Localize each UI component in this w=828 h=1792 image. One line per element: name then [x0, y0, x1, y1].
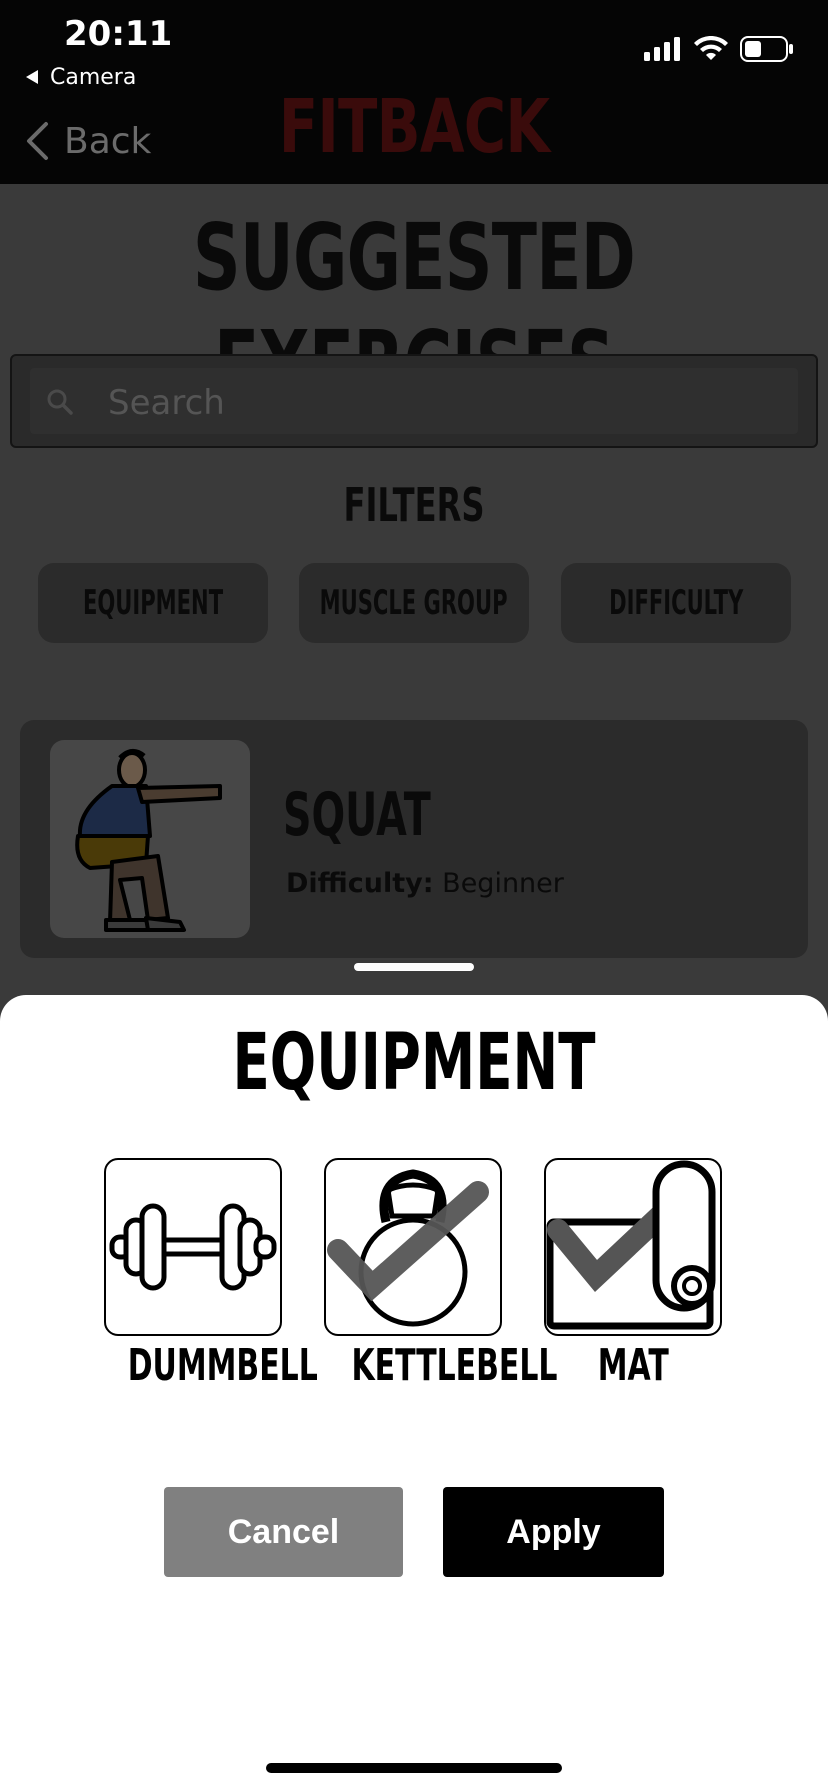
back-triangle-icon [26, 70, 38, 84]
sheet-grabber[interactable] [354, 963, 474, 971]
search-input[interactable] [106, 374, 790, 432]
filter-chip-difficulty[interactable]: DIFFICULTY [561, 563, 791, 643]
battery-icon [740, 36, 793, 62]
exercise-thumbnail [50, 740, 250, 938]
filter-chip-muscle-group[interactable]: MUSCLE GROUP [299, 563, 529, 643]
brand-logo: FITBACK [278, 84, 550, 170]
wifi-icon [694, 36, 728, 60]
filter-chip-label: DIFFICULTY [608, 583, 744, 623]
status-icons [644, 34, 794, 64]
apply-button[interactable]: Apply [443, 1487, 664, 1577]
squat-figure-icon [75, 749, 222, 932]
equipment-sheet [0, 995, 828, 1792]
exercise-difficulty: Difficulty: Beginner [286, 868, 564, 899]
difficulty-value: Beginner [442, 868, 564, 899]
equipment-option-dumbbell[interactable] [104, 1158, 282, 1336]
filter-chip-label: EQUIPMENT [82, 583, 224, 623]
sheet-title: EQUIPMENT [232, 1018, 596, 1108]
dumbbell-icon [109, 1203, 277, 1291]
search-icon [47, 389, 73, 415]
mat-icon [546, 1160, 716, 1330]
equipment-option-kettlebell[interactable] [324, 1158, 502, 1336]
equipment-option-label: DUMMBELL [127, 1340, 318, 1391]
filters-title: FILTERS [343, 478, 485, 532]
chevron-left-icon [27, 122, 48, 160]
cancel-button[interactable]: Cancel [164, 1487, 403, 1577]
equipment-option-label: MAT [597, 1340, 669, 1391]
equipment-option-label: KETTLEBELL [351, 1340, 558, 1391]
exercise-name: SQUAT [283, 780, 431, 850]
equipment-option-mat[interactable] [544, 1158, 722, 1336]
status-time: 20:11 [64, 14, 173, 54]
filter-chip-label: MUSCLE GROUP [320, 583, 508, 623]
home-indicator[interactable] [266, 1763, 562, 1773]
cellular-signal-icon [644, 37, 680, 61]
filter-chip-equipment[interactable]: EQUIPMENT [38, 563, 268, 643]
kettlebell-icon [327, 1169, 489, 1327]
difficulty-label: Difficulty: [286, 868, 434, 899]
